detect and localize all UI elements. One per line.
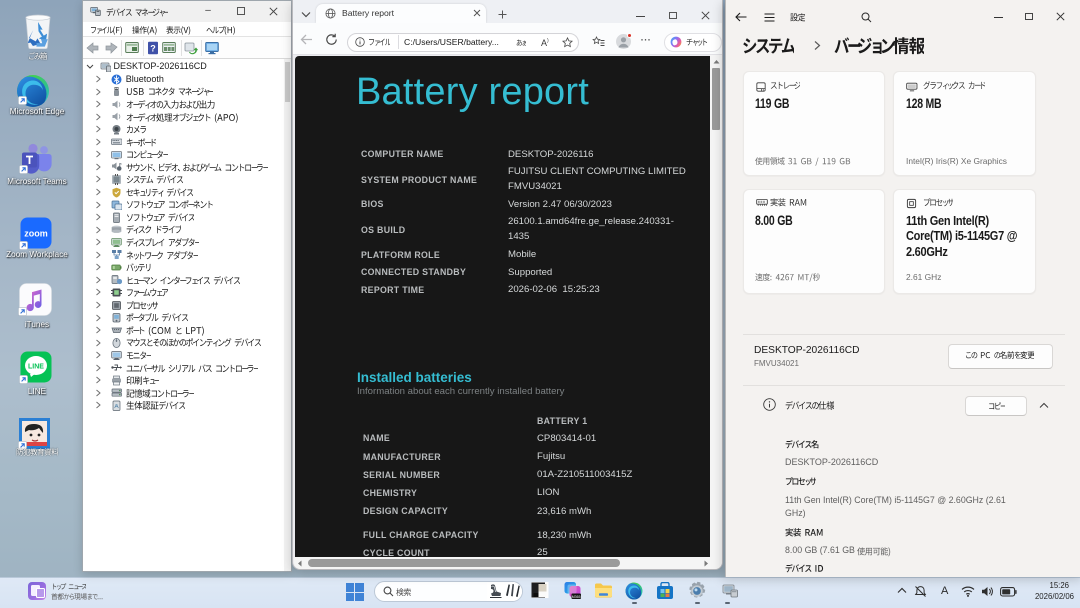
svg-text:zoom: zoom	[24, 229, 48, 239]
svg-text:?: ?	[150, 44, 156, 54]
svg-text:M365: M365	[572, 595, 581, 599]
svg-text:LINE: LINE	[28, 364, 44, 371]
